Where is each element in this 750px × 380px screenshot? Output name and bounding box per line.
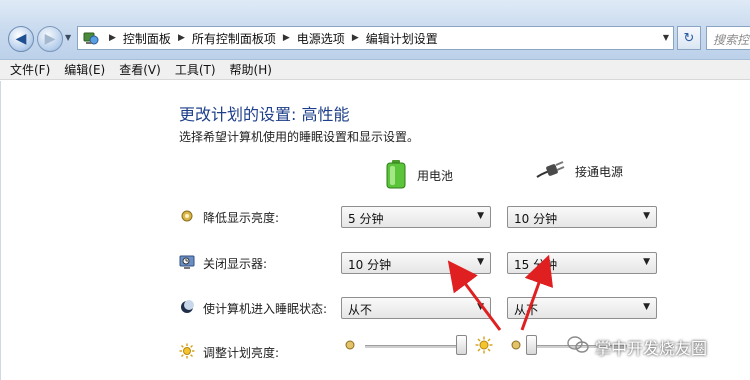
back-arrow-icon: ◀ <box>15 31 27 47</box>
back-button[interactable]: ◀ <box>8 26 34 52</box>
menu-help[interactable]: 帮助(H) <box>224 61 278 78</box>
search-input[interactable]: 搜索控制 <box>706 26 750 50</box>
sleep-label: 使计算机进入睡眠状态: <box>203 302 328 316</box>
breadcrumb-control-panel[interactable]: 控制面板 <box>123 30 171 47</box>
chevron-down-icon: ▼ <box>477 211 484 221</box>
brightness-label: 调整计划亮度: <box>203 346 280 360</box>
display-off-plugged-select[interactable]: 15 分钟 ▼ <box>507 252 657 274</box>
breadcrumb-separator-icon[interactable]: ▶ <box>352 33 359 43</box>
address-bar[interactable]: ▶ 控制面板 ▶ 所有控制面板项 ▶ 电源选项 ▶ 编辑计划设置 ▼ <box>77 26 674 50</box>
menu-edit[interactable]: 编辑(E) <box>58 61 111 78</box>
dim-display-battery-select[interactable]: 5 分钟 ▼ <box>341 206 491 228</box>
plugged-in-column-label: 接通电源 <box>575 165 624 179</box>
recent-pages-dropdown-icon[interactable]: ▼ <box>65 33 71 42</box>
page-subtitle: 选择希望计算机使用的睡眠设置和显示设置。 <box>179 130 420 144</box>
watermark-text: 掌中开发烧友圈 <box>595 339 708 358</box>
wechat-icon <box>567 336 589 358</box>
refresh-button[interactable]: ↻ <box>677 26 701 50</box>
brightness-icon <box>179 343 195 359</box>
breadcrumb-power-options[interactable]: 电源选项 <box>297 30 345 47</box>
watermark: 掌中开发烧友圈 <box>567 335 707 359</box>
dim-display-label: 降低显示亮度: <box>203 211 280 225</box>
chevron-down-icon: ▼ <box>643 257 650 267</box>
breadcrumb-all-items[interactable]: 所有控制面板项 <box>192 30 276 47</box>
forward-arrow-icon: ▶ <box>44 31 56 47</box>
refresh-icon: ↻ <box>683 30 695 46</box>
select-value: 5 分钟 <box>348 212 384 226</box>
battery-column-label: 用电池 <box>417 169 454 183</box>
menu-file[interactable]: 文件(F) <box>4 61 56 78</box>
brightness-battery-slider[interactable] <box>343 333 493 363</box>
select-value: 10 分钟 <box>514 212 558 226</box>
display-off-battery-select[interactable]: 10 分钟 ▼ <box>341 252 491 274</box>
chevron-down-icon: ▼ <box>643 211 650 221</box>
breadcrumb-separator-icon[interactable]: ▶ <box>283 33 290 43</box>
display-off-icon <box>179 254 195 270</box>
menu-tools[interactable]: 工具(T) <box>169 61 222 78</box>
forward-button[interactable]: ▶ <box>37 26 63 52</box>
battery-icon <box>385 159 407 192</box>
slider-thumb[interactable] <box>456 335 467 355</box>
slider-track <box>365 345 461 348</box>
bright-sun-icon <box>475 336 493 357</box>
select-value: 15 分钟 <box>514 258 558 272</box>
select-value: 从不 <box>514 303 539 317</box>
chevron-down-icon: ▼ <box>477 257 484 267</box>
battery-column-header: 用电池 <box>385 159 453 192</box>
menu-view[interactable]: 查看(V) <box>113 61 167 78</box>
address-history-dropdown-icon[interactable]: ▼ <box>663 33 669 42</box>
chevron-down-icon: ▼ <box>477 302 484 312</box>
control-panel-icon <box>80 27 102 49</box>
content-area: 更改计划的设置: 高性能 选择希望计算机使用的睡眠设置和显示设置。 用电池 接通… <box>0 81 750 380</box>
display-off-label: 关闭显示器: <box>203 257 268 271</box>
power-plug-icon <box>535 159 565 184</box>
breadcrumb-separator-icon: ▶ <box>109 33 116 43</box>
breadcrumb-separator-icon[interactable]: ▶ <box>178 33 185 43</box>
slider-thumb[interactable] <box>526 335 537 355</box>
sleep-plugged-select[interactable]: 从不 ▼ <box>507 297 657 319</box>
select-value: 10 分钟 <box>348 258 392 272</box>
sleep-battery-select[interactable]: 从不 ▼ <box>341 297 491 319</box>
dim-sun-icon <box>509 338 523 355</box>
sleep-icon <box>179 299 195 315</box>
plugged-in-column-header: 接通电源 <box>535 159 623 184</box>
dim-sun-icon <box>343 338 357 355</box>
chevron-down-icon: ▼ <box>643 302 650 312</box>
page-title: 更改计划的设置: 高性能 <box>179 105 350 124</box>
dim-display-plugged-select[interactable]: 10 分钟 ▼ <box>507 206 657 228</box>
breadcrumb-edit-plan[interactable]: 编辑计划设置 <box>366 30 438 47</box>
dim-display-icon <box>179 208 195 224</box>
navigation-bar: ◀ ▶ ▼ ▶ 控制面板 ▶ 所有控制面板项 ▶ 电源选项 ▶ 编辑计划设置 ▼… <box>0 0 750 60</box>
select-value: 从不 <box>348 303 373 317</box>
menu-bar: 文件(F) 编辑(E) 查看(V) 工具(T) 帮助(H) <box>0 60 750 80</box>
